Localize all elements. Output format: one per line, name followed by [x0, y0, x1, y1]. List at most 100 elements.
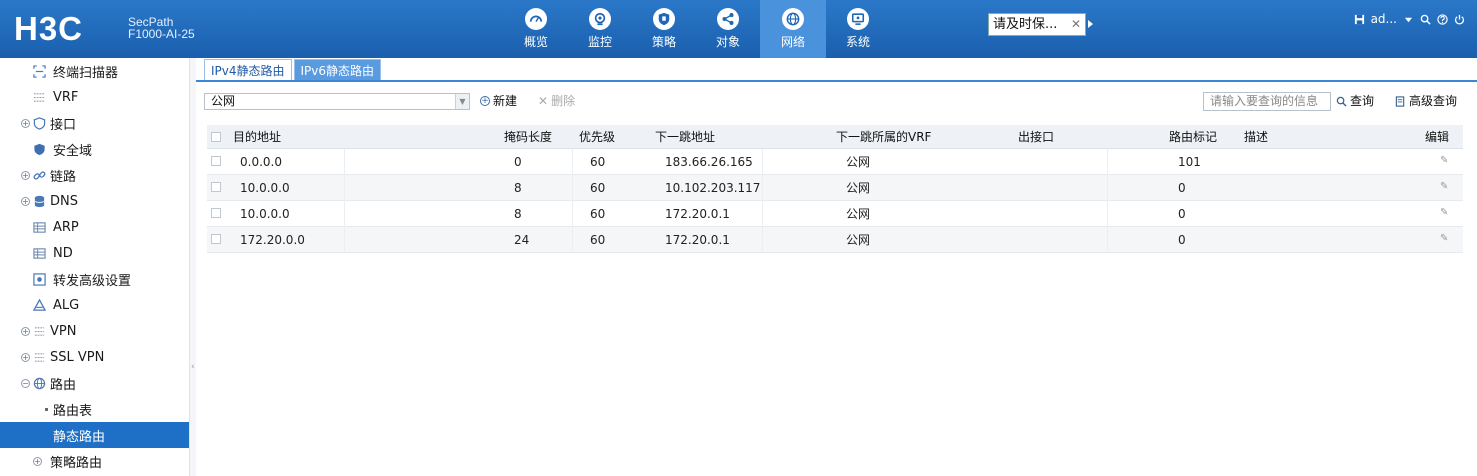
sidebar-item-label: ND	[53, 245, 73, 261]
sidebar-item-label: 安全域	[53, 143, 93, 159]
header-dest[interactable]: 目的地址	[233, 125, 281, 148]
table-row[interactable]: 10.0.0.0 8 60 10.102.203.117 公网 0 ✎	[207, 175, 1463, 201]
save-icon[interactable]	[1354, 13, 1366, 25]
cell-mask: 24	[514, 232, 530, 247]
route-tabs: IPv4静态路由 IPv6静态路由	[204, 59, 382, 81]
vpn-icon	[34, 326, 45, 336]
sidebar-item-vpn[interactable]: + VPN	[0, 318, 189, 344]
new-button[interactable]: + 新建	[480, 93, 517, 109]
tab-ipv4-static[interactable]: IPv4静态路由	[204, 59, 292, 81]
vrf-select[interactable]: 公网 ▼	[204, 93, 470, 110]
nav-label: 概览	[523, 35, 548, 49]
cell-dest: 0.0.0.0	[240, 154, 282, 169]
cell-mask: 8	[514, 180, 522, 195]
header-priority[interactable]: 优先级	[579, 125, 615, 148]
collapse-arrow-icon[interactable]: ‹	[191, 362, 195, 372]
collapse-icon[interactable]: −	[21, 378, 30, 388]
nav-policy[interactable]: 策略	[632, 0, 696, 58]
cell-priority: 60	[590, 180, 606, 195]
sidebar-item-alg[interactable]: ALG	[0, 292, 189, 318]
expand-icon[interactable]: +	[21, 196, 30, 206]
sidebar-item-static-routing[interactable]: 静态路由	[0, 422, 189, 448]
user-name[interactable]: ad...	[1371, 12, 1397, 26]
nav-system[interactable]: 系统	[826, 0, 890, 58]
sidebar-item-routing[interactable]: − 路由	[0, 370, 189, 396]
query-button[interactable]: 查询	[1336, 93, 1374, 109]
sidebar-item-link[interactable]: + 链路	[0, 162, 189, 188]
expand-icon[interactable]: +	[21, 352, 30, 362]
expand-icon[interactable]: +	[33, 456, 42, 466]
top-header: H3C SecPath F1000-AI-25 概览 监控 策略 对象 网络 系…	[0, 0, 1477, 58]
table-row[interactable]: 0.0.0.0 0 60 183.66.26.165 公网 101 ✎	[207, 149, 1463, 175]
expand-icon[interactable]: +	[21, 326, 30, 336]
table-header: 目的地址 掩码长度 优先级 下一跳地址 下一跳所属的VRF 出接口 路由标记 描…	[207, 125, 1463, 149]
clear-icon[interactable]: ✕	[1071, 14, 1081, 35]
row-checkbox[interactable]	[211, 156, 221, 166]
gauge-icon	[525, 8, 547, 30]
sidebar-item-forwarding-advanced[interactable]: 转发高级设置	[0, 266, 189, 292]
expand-icon[interactable]: +	[21, 118, 30, 128]
chevron-down-icon[interactable]: ▼	[455, 94, 469, 109]
nav-overview[interactable]: 概览	[504, 0, 568, 58]
sidebar-item-security-zone[interactable]: 安全域	[0, 136, 189, 162]
shield-icon	[653, 8, 675, 30]
caret-down-icon[interactable]	[1402, 13, 1414, 25]
header-nexthop-vrf[interactable]: 下一跳所属的VRF	[836, 125, 931, 148]
sidebar-item-terminal-scanner[interactable]: 终端扫描器	[0, 58, 189, 84]
cell-nexthop: 172.20.0.1	[665, 206, 730, 221]
sidebar-item-ssl-vpn[interactable]: + SSL VPN	[0, 344, 189, 370]
expand-icon[interactable]: +	[21, 170, 30, 180]
row-checkbox[interactable]	[211, 234, 221, 244]
nav-label: 监控	[587, 35, 612, 49]
edit-pencil-icon[interactable]: ✎	[1440, 233, 1448, 244]
select-all-checkbox[interactable]	[211, 132, 221, 142]
search-input[interactable]: 请输入要查询的信息	[1203, 92, 1331, 111]
cell-mask: 8	[514, 206, 522, 221]
power-icon[interactable]	[1453, 13, 1465, 25]
cell-priority: 60	[590, 232, 606, 247]
settings-box-icon	[33, 272, 46, 286]
chain-link-icon	[33, 170, 46, 180]
cell-dest: 172.20.0.0	[240, 232, 305, 247]
sidebar-item-label: 策略路由	[50, 455, 103, 471]
row-checkbox[interactable]	[211, 208, 221, 218]
header-description[interactable]: 描述	[1244, 125, 1268, 148]
header-nexthop[interactable]: 下一跳地址	[655, 125, 715, 148]
sidebar-item-interface[interactable]: + 接口	[0, 110, 189, 136]
help-icon[interactable]	[1436, 13, 1448, 25]
cell-nexthop: 172.20.0.1	[665, 232, 730, 247]
cell-priority: 60	[590, 206, 606, 221]
header-out-interface[interactable]: 出接口	[1018, 125, 1054, 148]
nav-objects[interactable]: 对象	[696, 0, 760, 58]
advanced-query-button[interactable]: 高级查询	[1395, 93, 1457, 109]
sidebar-item-label: 转发高级设置	[53, 273, 132, 289]
sidebar-item-arp[interactable]: ARP	[0, 214, 189, 240]
sidebar-item-dns[interactable]: + DNS	[0, 188, 189, 214]
vrf-icon	[33, 92, 46, 102]
cell-route-tag: 101	[1178, 154, 1201, 169]
table-row[interactable]: 172.20.0.0 24 60 172.20.0.1 公网 0 ✎	[207, 227, 1463, 253]
sidebar-splitter[interactable]: ‹	[190, 58, 196, 476]
sidebar-item-vrf[interactable]: VRF	[0, 84, 189, 110]
tab-ipv6-static[interactable]: IPv6静态路由	[293, 59, 382, 81]
query-button-label: 查询	[1350, 94, 1375, 108]
delete-button[interactable]: ✕ 删除	[538, 93, 575, 109]
sidebar-item-policy-routing[interactable]: + 策略路由	[0, 448, 189, 474]
table-row[interactable]: 10.0.0.0 8 60 172.20.0.1 公网 0 ✎	[207, 201, 1463, 227]
nav-monitor[interactable]: 监控	[568, 0, 632, 58]
nav-network[interactable]: 网络	[760, 0, 826, 58]
edit-pencil-icon[interactable]: ✎	[1440, 207, 1448, 218]
edit-pencil-icon[interactable]: ✎	[1440, 181, 1448, 192]
vrf-select-value: 公网	[211, 94, 236, 108]
save-reminder-select[interactable]: 请及时保... ✕	[988, 13, 1093, 36]
sidebar-item-routing-table[interactable]: 路由表	[0, 396, 189, 422]
sidebar-item-nd[interactable]: ND	[0, 240, 189, 266]
header-mask[interactable]: 掩码长度	[504, 125, 552, 148]
sidebar-item-label: VRF	[53, 89, 79, 105]
cell-route-tag: 0	[1178, 206, 1186, 221]
header-route-tag[interactable]: 路由标记	[1169, 125, 1217, 148]
row-checkbox[interactable]	[211, 182, 221, 192]
search-icon[interactable]	[1419, 13, 1431, 25]
database-icon	[34, 195, 45, 207]
edit-pencil-icon[interactable]: ✎	[1440, 155, 1448, 166]
